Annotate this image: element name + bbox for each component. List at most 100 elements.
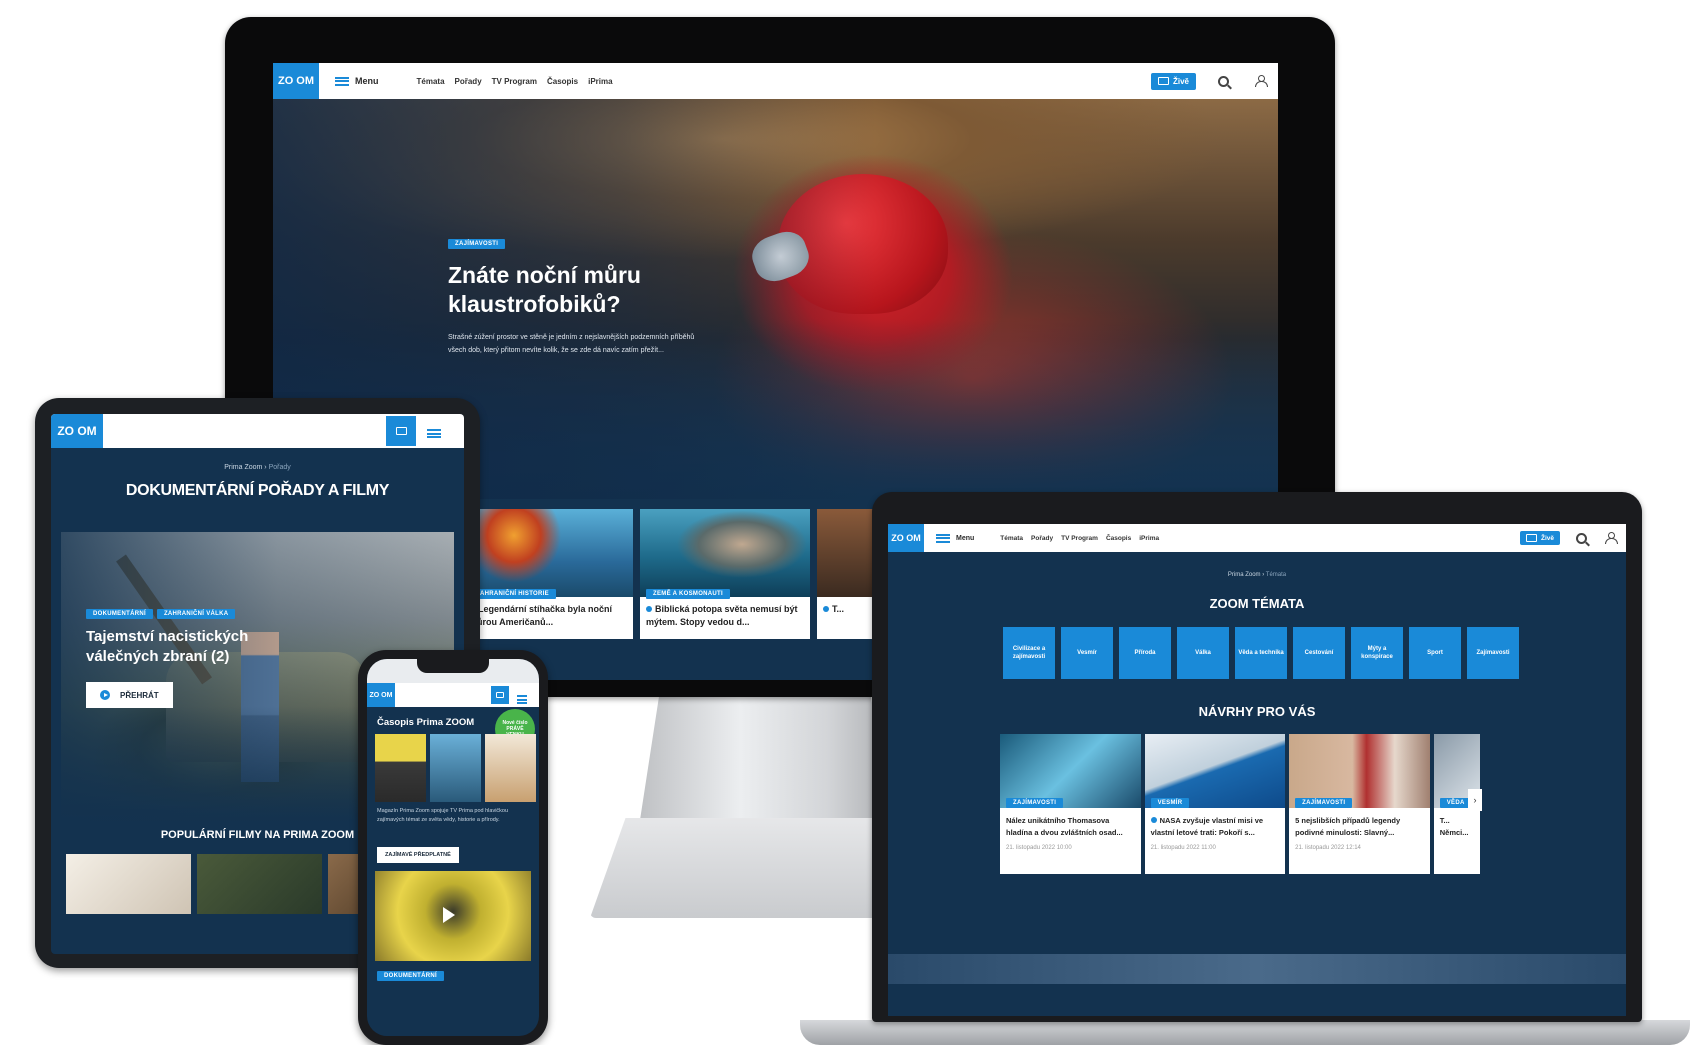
card-date: 21. listopadu 2022 12:14 xyxy=(1295,845,1361,851)
hamburger-icon xyxy=(936,533,950,543)
topic-tile[interactable]: Cestování xyxy=(1293,627,1345,679)
breadcrumb-item[interactable]: Prima Zoom xyxy=(224,464,262,471)
topic-tile[interactable]: Sport xyxy=(1409,627,1461,679)
movie-thumbnail[interactable] xyxy=(197,854,322,914)
zoom-logo[interactable]: ZO OM xyxy=(888,524,924,552)
zoom-logo[interactable]: ZO OM xyxy=(51,414,103,448)
card-image xyxy=(463,509,633,597)
bottom-tag: Dokumentární xyxy=(377,971,444,981)
laptop-screen: ZO OM Menu Témata Pořady TV Program Časo… xyxy=(888,524,1626,1016)
topic-tile[interactable]: Civilizace a zajímavosti xyxy=(1003,627,1055,679)
live-tv-button[interactable]: Živě xyxy=(1150,72,1196,90)
card-title: Biblická potopa světa nemusí být mýtem. … xyxy=(646,604,798,627)
play-label: PŘEHRÁT xyxy=(120,690,159,700)
card-tag: Země a kosmonauti xyxy=(646,589,730,599)
card-title: 5 nejslibších případů legendy podivné mi… xyxy=(1295,816,1401,837)
magazine-title: Časopis Prima ZOOM xyxy=(377,717,475,728)
topic-tile[interactable]: Zajímavosti xyxy=(1467,627,1519,679)
menu-button[interactable] xyxy=(517,691,527,709)
card-title: Nález unikátního Thomasova hladína a dvo… xyxy=(1006,816,1123,837)
zoom-logo[interactable]: ZO OM xyxy=(273,63,319,99)
menu-button[interactable] xyxy=(427,425,441,443)
magazine-cover[interactable] xyxy=(430,734,481,802)
breadcrumb: Prima Zoom › Pořady xyxy=(224,464,291,471)
menu-button[interactable]: Menu xyxy=(335,76,379,86)
card-title: Legendární stíhačka byla noční můrou Ame… xyxy=(469,604,613,627)
user-icon[interactable] xyxy=(1605,532,1618,544)
hero-tag[interactable]: Zajímavosti xyxy=(448,239,506,249)
topic-tile[interactable]: Vesmír xyxy=(1061,627,1113,679)
tablet-navbar: ZO OM xyxy=(51,414,464,448)
hero-title[interactable]: Tajemství nacistických válečných zbraní … xyxy=(86,627,276,667)
nav-link-iprima[interactable]: iPrima xyxy=(1139,535,1159,542)
nav-link-casopis[interactable]: Časopis xyxy=(1106,535,1131,542)
search-icon[interactable] xyxy=(1576,532,1587,544)
nav-link-casopis[interactable]: Časopis xyxy=(547,77,578,86)
nav-link-temata[interactable]: Témata xyxy=(417,77,445,86)
nav-link-temata[interactable]: Témata xyxy=(1000,535,1023,542)
nav-link-porady[interactable]: Pořady xyxy=(1031,535,1053,542)
card-title: T... xyxy=(817,597,877,616)
breadcrumb: Prima Zoom › Témata xyxy=(1227,572,1287,578)
article-card[interactable]: Země a kosmonauti Biblická potopa světa … xyxy=(640,509,810,639)
search-icon[interactable] xyxy=(1218,75,1229,87)
video-thumbnail[interactable] xyxy=(375,871,531,961)
hero-tag[interactable]: Zahraniční válka xyxy=(156,609,236,619)
nav-link-iprima[interactable]: iPrima xyxy=(588,77,612,86)
magazine-cover[interactable] xyxy=(485,734,536,802)
nav-link-porady[interactable]: Pořady xyxy=(455,77,482,86)
magazine-cover[interactable] xyxy=(375,734,426,802)
desktop-article-cards: Zahraniční historie Legendární stíhačka … xyxy=(463,509,877,639)
nav-link-tv-program[interactable]: TV Program xyxy=(1061,535,1098,542)
chevron-right-icon: › xyxy=(1473,795,1477,805)
tv-icon xyxy=(496,692,504,698)
desktop-nav-links: Témata Pořady TV Program Časopis iPrima xyxy=(417,77,613,86)
card-image xyxy=(1289,734,1430,808)
hero-tag[interactable]: Dokumentární xyxy=(86,609,153,619)
topics-title: ZOOM TÉMATA xyxy=(1209,596,1305,611)
topic-tile[interactable]: Věda a technika xyxy=(1235,627,1287,679)
zoom-logo[interactable]: ZO OM xyxy=(367,683,395,707)
card-tag: Věda xyxy=(1439,798,1472,808)
live-tv-button[interactable] xyxy=(386,416,416,446)
breadcrumb-item[interactable]: Prima Zoom xyxy=(1228,572,1261,578)
device-mockup-stage: ZO OM Menu Témata Pořady TV Program Časo… xyxy=(0,0,1690,1045)
card-tag: Vesmír xyxy=(1150,798,1190,808)
carousel-next-button[interactable]: › xyxy=(1468,789,1482,811)
live-tv-button[interactable]: Živě xyxy=(1519,531,1560,545)
phone-screen: ZO OM Časopis Prima ZOOM Nové číslo PRÁV… xyxy=(367,659,539,1036)
card-image xyxy=(1144,734,1286,808)
article-card[interactable]: Zahraniční historie Legendární stíhačka … xyxy=(463,509,633,639)
phone-navbar: ZO OM xyxy=(367,683,539,707)
card-tag: Zajímavosti xyxy=(1295,798,1353,808)
menu-button[interactable]: Menu xyxy=(936,533,974,543)
recommendation-card[interactable]: Vesmír NASA zvyšuje vlastní misi ve vlas… xyxy=(1144,734,1286,874)
nav-link-tv-program[interactable]: TV Program xyxy=(492,77,537,86)
movie-thumbnail[interactable] xyxy=(66,854,191,914)
topics-grid: Civilizace a zajímavosti Vesmír Příroda … xyxy=(1003,627,1519,679)
tv-icon xyxy=(395,427,407,435)
hero-title[interactable]: Znáte noční můru klaustrofobiků? xyxy=(448,261,698,319)
phone-notch xyxy=(417,659,489,673)
tv-icon xyxy=(1157,77,1169,85)
laptop-navbar: ZO OM Menu Témata Pořady TV Program Časo… xyxy=(888,524,1626,552)
recommendations-carousel: Zajímavosti Nález unikátního Thomasova h… xyxy=(1000,734,1480,874)
hamburger-icon xyxy=(427,429,441,438)
user-icon[interactable] xyxy=(1255,75,1268,87)
recommendation-card[interactable]: Zajímavosti Nález unikátního Thomasova h… xyxy=(1000,734,1141,874)
live-label: Živě xyxy=(1540,534,1554,542)
footer-strip xyxy=(888,954,1626,984)
laptop-base xyxy=(800,1020,1690,1045)
subscribe-button[interactable]: ZAJÍMAVÉ PŘEDPLATNÉ xyxy=(377,847,459,863)
monitor-stand-neck xyxy=(640,690,890,820)
recommendation-card[interactable]: Zajímavosti 5 nejslibších případů legend… xyxy=(1289,734,1430,874)
page-title: DOKUMENTÁRNÍ POŘADY A FILMY xyxy=(125,482,390,499)
phone-device: ZO OM Časopis Prima ZOOM Nové číslo PRÁV… xyxy=(358,650,548,1045)
play-button[interactable]: PŘEHRÁT xyxy=(86,682,173,708)
topic-tile[interactable]: Válka xyxy=(1177,627,1229,679)
article-card[interactable]: T... xyxy=(817,509,877,639)
topic-tile[interactable]: Příroda xyxy=(1119,627,1171,679)
live-tv-button[interactable] xyxy=(491,686,509,704)
topic-tile[interactable]: Mýty a konspirace xyxy=(1351,627,1403,679)
card-date: 21. listopadu 2022 11:00 xyxy=(1150,845,1216,851)
